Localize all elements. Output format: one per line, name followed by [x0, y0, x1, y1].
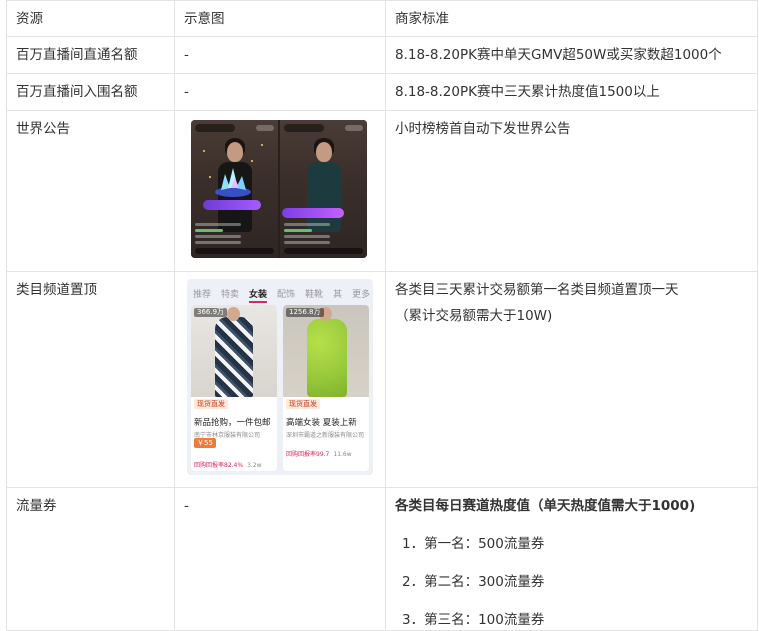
- cell-image: -: [174, 73, 386, 111]
- cell-image: -: [174, 487, 386, 631]
- cell-standard: 8.18-8.20PK赛中单天GMV超50W或买家数超1000个: [385, 36, 758, 74]
- world-announcement-illustration: [191, 120, 367, 258]
- table-header-row: 资源 示意图 商家标准: [6, 0, 758, 37]
- table-row: 流量券 - 各类目每日赛道热度值（单天热度值需大于1000) 1．第一名：500…: [6, 487, 758, 631]
- resource-table: 资源 示意图 商家标准 百万直播间直通名额 - 8.18-8.20PK赛中单天G…: [6, 0, 758, 631]
- list-item: 1．第一名：500流量券: [402, 536, 545, 552]
- cell-image: 推荐 特卖 女装 配饰 鞋靴其更多 366.9万 现货直发 新品抢购，一件包邮 南宁市林…: [174, 271, 386, 488]
- table-row: 类目频道置顶 推荐 特卖 女装 配饰 鞋靴其更多 366.9万 现货直发 新品抢购，一件…: [6, 271, 758, 488]
- cell-standard: 小时榜榜首自动下发世界公告: [385, 110, 758, 272]
- cell-resource: 流量券: [6, 487, 175, 631]
- table-row: 百万直播间入围名额 - 8.18-8.20PK赛中三天累计热度值1500以上: [6, 73, 758, 111]
- table-row: 世界公告 小时榜榜首自动下发世界公告: [6, 110, 758, 272]
- cell-standard: 各类目三天累计交易额第一名类目频道置顶一天 （累计交易额需大于10W): [385, 271, 758, 488]
- product-card: 366.9万 现货直发 新品抢购，一件包邮 南宁市林京服装有限公司 ￥55 回购…: [191, 305, 277, 471]
- product-card: 1256.8万 现货直发 高端女装 夏装上新 深圳市霸道之新服装有限公司 回购回…: [283, 305, 369, 471]
- cell-resource: 百万直播间入围名额: [6, 73, 175, 111]
- category-tabs: 推荐 特卖 女装 配饰 鞋靴其更多: [193, 285, 370, 303]
- cell-resource: 类目频道置顶: [6, 271, 175, 488]
- cell-image: -: [174, 36, 386, 74]
- cell-image: [174, 110, 386, 272]
- cell-standard: 各类目每日赛道热度值（单天热度值需大于1000) 1．第一名：500流量券 2．…: [385, 487, 758, 631]
- cell-resource: 百万直播间直通名额: [6, 36, 175, 74]
- live-room-screenshot: [280, 120, 367, 258]
- header-cell-image: 示意图: [174, 0, 386, 37]
- header-cell-resource: 资源: [6, 0, 175, 37]
- table-row: 百万直播间直通名额 - 8.18-8.20PK赛中单天GMV超50W或买家数超1…: [6, 36, 758, 74]
- cell-standard: 8.18-8.20PK赛中三天累计热度值1500以上: [385, 73, 758, 111]
- live-room-screenshot: [191, 120, 278, 258]
- cell-resource: 世界公告: [6, 110, 175, 272]
- list-item: 2．第二名：300流量券: [402, 574, 545, 590]
- category-channel-illustration: 推荐 特卖 女装 配饰 鞋靴其更多 366.9万 现货直发 新品抢购，一件包邮 南宁市林…: [187, 279, 373, 475]
- header-cell-standard: 商家标准: [385, 0, 758, 37]
- crystal-gift-icon: [215, 168, 251, 197]
- list-item: 3．第三名：100流量券: [402, 612, 545, 628]
